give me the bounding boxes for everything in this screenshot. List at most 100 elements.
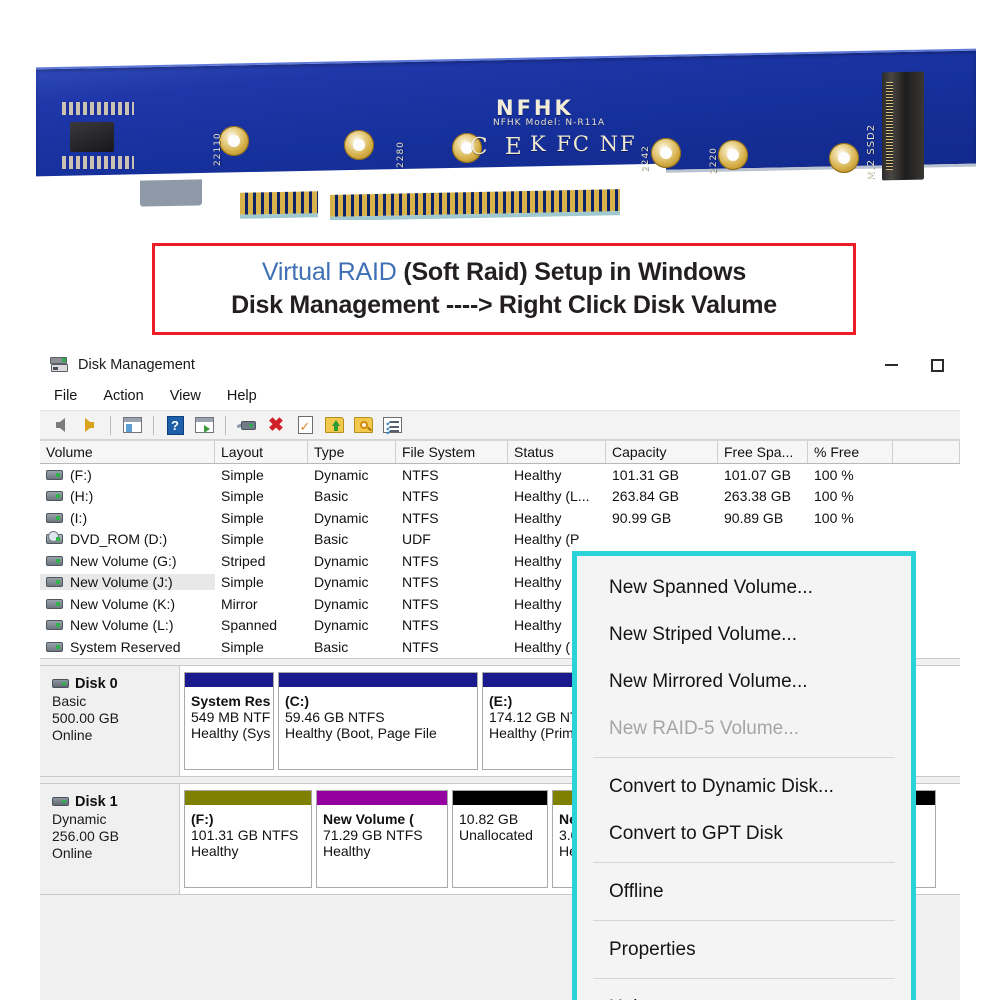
menu-action[interactable]: Action	[103, 388, 143, 404]
m2-ssd2-label: M.2 SSD2	[866, 123, 877, 180]
minimize-button[interactable]	[868, 348, 914, 382]
partition-block[interactable]: New Volume (71.29 GB NTFS Healthy	[316, 789, 448, 888]
forward-arrow-icon[interactable]	[77, 414, 101, 436]
action-list-icon[interactable]: ✔ ✔ ✔	[380, 414, 404, 437]
cell-volume: (H:)	[40, 488, 215, 504]
cell-file-system: NTFS	[402, 552, 439, 569]
back-arrow-icon[interactable]	[48, 414, 72, 436]
cell-type: Dynamic	[314, 552, 369, 569]
menu-help[interactable]: Help	[227, 388, 257, 404]
disk-type: Basic	[52, 692, 87, 709]
volume-icon	[46, 598, 63, 609]
toolbar: ? ✖ ✔✔✔	[40, 410, 960, 440]
up-one-level-icon[interactable]	[120, 414, 144, 436]
cell-file-system: NTFS	[402, 509, 439, 526]
partition-status: Healthy	[323, 842, 371, 859]
cell-file-system: NTFS	[402, 595, 439, 612]
properties-doc-icon[interactable]	[293, 414, 317, 436]
context-menu-item[interactable]: Convert to Dynamic Disk...	[577, 763, 911, 810]
disk-info-panel[interactable]: Disk 1 Dynamic 256.00 GB Online	[40, 783, 180, 894]
partition-size: 101.31 GB NTFS	[191, 826, 299, 843]
disk-state: Online	[52, 844, 93, 861]
cell-status: Healthy (L...	[514, 488, 590, 505]
volume-label: (H:)	[70, 488, 94, 505]
disk-size: 256.00 GB	[52, 827, 119, 844]
table-row[interactable]: DVD_ROM (D:) Simple Basic UDF Healthy (P	[40, 529, 960, 551]
maximize-button[interactable]	[914, 348, 960, 382]
disk-icon[interactable]	[235, 414, 259, 436]
context-menu-item[interactable]: Help	[577, 984, 911, 1000]
cell-capacity: 263.84 GB	[612, 488, 679, 505]
column-header-volume[interactable]: Volume	[40, 441, 215, 463]
toolbar-separator-1	[110, 415, 111, 435]
cell-file-system: NTFS	[402, 466, 439, 483]
column-header-type[interactable]: Type	[308, 441, 396, 463]
cell-type: Basic	[314, 488, 349, 505]
hole-label-22110: 22110	[213, 132, 223, 166]
disk-type: Dynamic	[52, 810, 107, 827]
cell-volume: (I:)	[40, 510, 215, 526]
toolbar-separator-3	[225, 415, 226, 435]
column-header-file-system[interactable]: File System	[396, 441, 508, 463]
column-header-percent-free[interactable]: % Free	[808, 441, 893, 463]
m2-connector-pins	[886, 81, 893, 171]
help-icon[interactable]: ?	[163, 414, 187, 436]
explore-volume-icon[interactable]	[351, 414, 375, 436]
extend-volume-icon[interactable]	[322, 414, 346, 436]
context-menu-separator	[593, 978, 895, 979]
table-row[interactable]: (F:) Simple Dynamic NTFS Healthy 101.31 GB 101…	[40, 464, 960, 486]
disk-icon	[52, 797, 69, 806]
column-header-capacity[interactable]: Capacity	[606, 441, 718, 463]
partition-block[interactable]: (C:) 59.46 GB NTFS Healthy (Boot, Page Fil…	[278, 671, 478, 770]
cell-volume: New Volume (L:)	[40, 617, 215, 633]
context-menu-separator	[593, 920, 895, 921]
partition-block[interactable]: (F:) 101.31 GB NTFS Healthy	[184, 789, 312, 888]
column-header-layout[interactable]: Layout	[215, 441, 308, 463]
cell-percent-free: 100 %	[814, 509, 854, 526]
context-menu-item[interactable]: New Mirrored Volume...	[577, 658, 911, 705]
partition-body: 10.82 GB Unallocated	[453, 806, 547, 843]
toolbar-separator-2	[153, 415, 154, 435]
context-menu-item[interactable]: New Spanned Volume...	[577, 564, 911, 611]
partition-size: 10.82 GB	[459, 810, 519, 827]
cell-volume: New Volume (J:)	[40, 574, 215, 591]
model-label: NFHK Model: N-R11A	[493, 118, 606, 128]
mount-hole-2220	[718, 140, 748, 170]
show-action-pane-icon[interactable]	[192, 414, 216, 436]
context-menu-item[interactable]: Offline	[577, 868, 911, 915]
context-menu-item[interactable]: New Striped Volume...	[577, 611, 911, 658]
banner-line-2: Disk Management ----> Right Click Disk V…	[231, 291, 777, 319]
disk-info-panel[interactable]: Disk 0 Basic 500.00 GB Online	[40, 665, 180, 776]
partition-color-bar	[279, 672, 477, 688]
context-menu-item[interactable]: Convert to GPT Disk	[577, 810, 911, 857]
pcie-gold-fingers-short	[240, 191, 318, 219]
partition-label: (F:)	[191, 810, 214, 827]
delete-icon[interactable]: ✖	[264, 414, 288, 436]
instruction-banner: Virtual RAID (Soft Raid) Setup in Window…	[152, 243, 856, 335]
cell-volume: New Volume (G:)	[40, 553, 215, 569]
cell-layout: Simple	[221, 488, 264, 505]
menu-view[interactable]: View	[170, 388, 201, 404]
partition-label: New Volume (	[323, 810, 414, 827]
volume-label: New Volume (L:)	[70, 617, 174, 634]
partition-label: (C:)	[285, 692, 310, 709]
column-header-status[interactable]: Status	[508, 441, 606, 463]
table-row[interactable]: (H:) Simple Basic NTFS Healthy (L... 263.84 G…	[40, 486, 960, 508]
table-row[interactable]: (I:) Simple Dynamic NTFS Healthy 90.99 GB 90.8…	[40, 507, 960, 529]
partition-block[interactable]: 10.82 GB Unallocated	[452, 789, 548, 888]
partition-block[interactable]: System Res 549 MB NTF Healthy (Sys	[184, 671, 274, 770]
menu-file[interactable]: File	[54, 388, 77, 404]
context-menu-item[interactable]: Properties	[577, 926, 911, 973]
disk-context-menu: New Spanned Volume... New Striped Volume.…	[572, 551, 916, 1000]
disk-management-app-icon	[50, 357, 70, 373]
dvd-icon	[46, 531, 63, 545]
cell-free-space: 263.38 GB	[724, 488, 791, 505]
volume-label: New Volume (G:)	[70, 552, 177, 569]
column-header-free-space[interactable]: Free Spa...	[718, 441, 808, 463]
solder-pads-bottom	[62, 156, 134, 169]
partition-body: System Res 549 MB NTF Healthy (Sys	[185, 688, 273, 741]
partition-size: 549 MB NTF	[191, 708, 271, 725]
volume-icon	[46, 577, 63, 588]
cell-volume: (F:)	[40, 467, 215, 483]
context-menu-item: New RAID-5 Volume...	[609, 717, 800, 739]
